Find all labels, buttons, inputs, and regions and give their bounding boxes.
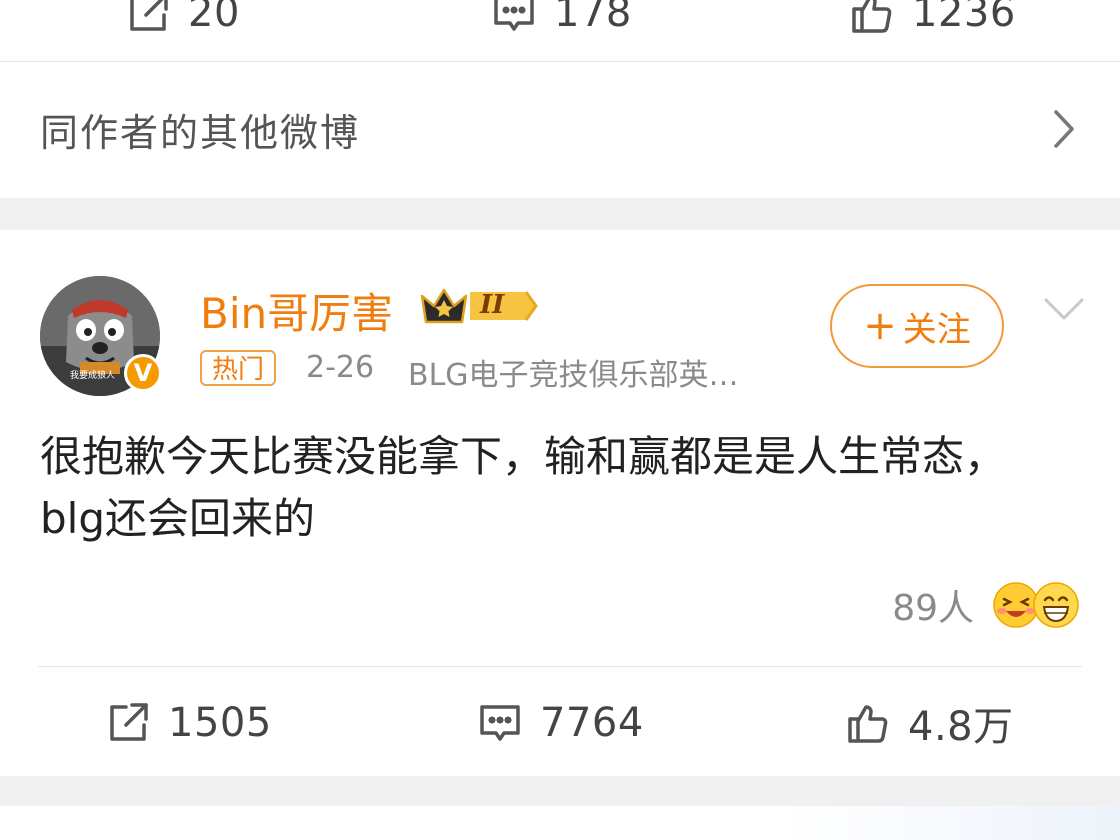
repost-button[interactable]: 1505 (104, 678, 272, 768)
post-text: 很抱歉今天比赛没能拿下，输和赢都是是人生常态， blg还会回来的 (40, 426, 1090, 550)
previous-post-action-bar: 20 178 1236 (0, 0, 1120, 58)
post-text-line: 很抱歉今天比赛没能拿下，输和赢都是是人生常态， (40, 432, 1007, 481)
comment-button[interactable]: 7764 (476, 678, 644, 768)
chevron-right-icon (1054, 110, 1074, 148)
reactions-count: 89人 (892, 588, 974, 629)
like-count: 1236 (912, 0, 1016, 36)
plus-icon: + (863, 303, 897, 349)
chevron-down-icon[interactable] (1040, 294, 1088, 324)
post-text-line: blg还会回来的 (40, 494, 315, 543)
post-time: 2-26 (306, 350, 375, 385)
previous-post-card: 20 178 1236 同作者的其他微博 (0, 0, 1120, 198)
next-post-card (0, 806, 1120, 840)
follow-button[interactable]: + 关注 (830, 284, 1004, 368)
divider (38, 666, 1082, 667)
like-icon (844, 699, 892, 747)
comment-count: 178 (554, 0, 632, 36)
like-count: 4.8万 (908, 704, 1014, 750)
grin-emoji-icon (1032, 581, 1080, 629)
repost-icon (124, 0, 172, 37)
avatar-caption: 我要成狼人 (70, 371, 116, 381)
repost-icon (104, 699, 152, 747)
verified-icon: V (124, 354, 162, 392)
comment-count: 7764 (540, 700, 644, 746)
vip-badge[interactable]: II (418, 282, 542, 330)
repost-button[interactable]: 20 (124, 0, 240, 58)
reactions-summary[interactable]: 89人 (892, 578, 1080, 632)
repost-count: 1505 (168, 700, 272, 746)
username[interactable]: Bin哥厉害 (200, 280, 393, 341)
comment-icon (490, 0, 538, 37)
like-icon (848, 0, 896, 37)
post-action-bar: 1505 7764 4.8万 (0, 678, 1120, 768)
follow-label: 关注 (902, 309, 971, 350)
post-source[interactable]: BLG电子竞技俱乐部英… (408, 350, 739, 394)
like-button[interactable]: 4.8万 (844, 678, 1014, 768)
other-posts-row[interactable]: 同作者的其他微博 (0, 62, 1120, 198)
comment-button[interactable]: 178 (490, 0, 632, 58)
post-card: 我要成狼人 V Bin哥厉害 II 热门 2-26 BLG电子竞技俱乐部英… +… (0, 230, 1120, 776)
vip-level: II (480, 290, 505, 320)
repost-count: 20 (188, 0, 240, 36)
comment-icon (476, 699, 524, 747)
other-posts-label: 同作者的其他微博 (40, 111, 361, 155)
hot-tag: 热门 (200, 350, 277, 386)
like-button[interactable]: 1236 (848, 0, 1016, 58)
